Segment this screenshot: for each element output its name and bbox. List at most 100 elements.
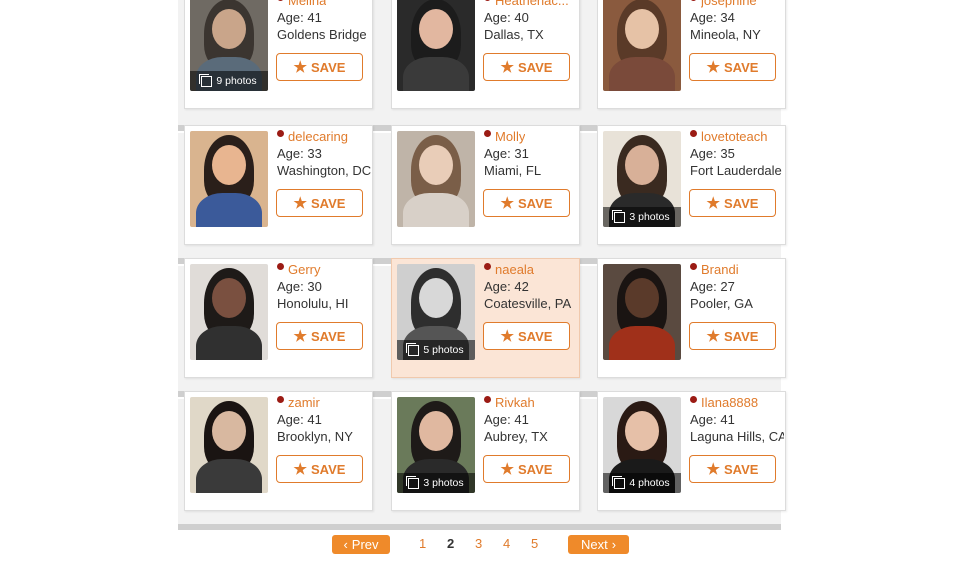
username-link[interactable]: zamir — [288, 395, 320, 410]
profile-photo[interactable]: 5 photos — [397, 264, 475, 360]
age-label: Age: 40 — [484, 10, 529, 25]
location-label: Mineola, NY — [690, 27, 761, 42]
save-button[interactable]: ★ SAVE — [483, 189, 570, 217]
profile-info: Melina Age: 41 Goldens Bridge — [277, 0, 371, 43]
photo-stack-icon — [199, 73, 213, 87]
profile-card[interactable]: 5 photos naeala Age: 42 Coatesville, PA ★ SAV… — [391, 258, 580, 378]
save-button[interactable]: ★ SAVE — [276, 455, 363, 483]
star-icon: ★ — [500, 460, 514, 478]
prev-page-button[interactable]: ‹ Prev — [332, 535, 390, 554]
username-line: josephine — [690, 0, 784, 9]
star-icon: ★ — [706, 194, 720, 212]
photo-stack-icon — [406, 475, 420, 489]
profile-info: Rivkah Age: 41 Aubrey, TX — [484, 394, 578, 445]
profile-photo[interactable] — [190, 264, 268, 360]
username-link[interactable]: lovetoteach — [701, 129, 768, 144]
age-label: Age: 33 — [277, 146, 322, 161]
username-link[interactable]: Ilana8888 — [701, 395, 758, 410]
page-link-3[interactable]: 3 — [475, 536, 482, 551]
save-label: SAVE — [724, 328, 759, 344]
photo-stack-icon — [612, 475, 626, 489]
age-label: Age: 41 — [277, 412, 322, 427]
star-icon: ★ — [293, 460, 307, 478]
profile-card[interactable]: zamir Age: 41 Brooklyn, NY ★ SAVE — [184, 391, 373, 511]
location-label: Dallas, TX — [484, 27, 544, 42]
save-button[interactable]: ★ SAVE — [483, 53, 570, 81]
profile-card[interactable]: Molly Age: 31 Miami, FL ★ SAVE — [391, 125, 580, 245]
username-link[interactable]: Gerry — [288, 262, 321, 277]
age-label: Age: 41 — [690, 412, 735, 427]
save-button[interactable]: ★ SAVE — [689, 189, 776, 217]
username-line: lovetoteach — [690, 128, 784, 145]
save-button[interactable]: ★ SAVE — [483, 455, 570, 483]
profile-card[interactable]: 4 photos Ilana8888 Age: 41 Laguna Hills, CA… — [597, 391, 786, 511]
profile-info: Brandi Age: 27 Pooler, GA — [690, 261, 784, 312]
online-dot-icon — [690, 130, 697, 137]
online-dot-icon — [690, 0, 697, 1]
profile-photo[interactable] — [603, 0, 681, 91]
page-link-4[interactable]: 4 — [503, 536, 510, 551]
star-icon: ★ — [706, 460, 720, 478]
profile-photo[interactable] — [190, 397, 268, 493]
save-label: SAVE — [311, 195, 346, 211]
username-link[interactable]: Melina — [288, 0, 326, 8]
location-label: Laguna Hills, CA — [690, 429, 784, 444]
online-dot-icon — [690, 396, 697, 403]
username-link[interactable]: delecaring — [288, 129, 348, 144]
profile-info: zamir Age: 41 Brooklyn, NY — [277, 394, 371, 445]
photo-count-label: 3 photos — [423, 477, 464, 489]
profile-card[interactable]: Gerry Age: 30 Honolulu, HI ★ SAVE — [184, 258, 373, 378]
profile-card[interactable]: 9 photos Melina Age: 41 Goldens Bridge ★ SAVE — [184, 0, 373, 109]
username-link[interactable]: Rivkah — [495, 395, 535, 410]
username-link[interactable]: josephine — [701, 0, 757, 8]
profile-photo[interactable]: 4 photos — [603, 397, 681, 493]
location-label: Goldens Bridge — [277, 27, 367, 42]
username-link[interactable]: naeala — [495, 262, 534, 277]
save-button[interactable]: ★ SAVE — [276, 189, 363, 217]
star-icon: ★ — [500, 58, 514, 76]
username-line: Ilana8888 — [690, 394, 784, 411]
online-dot-icon — [690, 263, 697, 270]
username-line: Molly — [484, 128, 578, 145]
save-button[interactable]: ★ SAVE — [689, 322, 776, 350]
save-label: SAVE — [724, 461, 759, 477]
profile-photo[interactable] — [397, 0, 475, 91]
online-dot-icon — [277, 263, 284, 270]
profile-photo[interactable]: 3 photos — [397, 397, 475, 493]
photo-count-badge: 9 photos — [190, 71, 268, 91]
profile-card[interactable]: 3 photos Rivkah Age: 41 Aubrey, TX ★ SAVE — [391, 391, 580, 511]
save-button[interactable]: ★ SAVE — [689, 455, 776, 483]
page-link-2-current[interactable]: 2 — [447, 536, 454, 551]
username-link[interactable]: Heatherlac... — [495, 0, 569, 8]
next-page-button[interactable]: Next › — [568, 535, 629, 554]
profile-photo[interactable] — [190, 131, 268, 227]
star-icon: ★ — [293, 327, 307, 345]
profile-photo[interactable] — [603, 264, 681, 360]
profile-info: delecaring Age: 33 Washington, DC — [277, 128, 371, 179]
save-button[interactable]: ★ SAVE — [276, 53, 363, 81]
save-button[interactable]: ★ SAVE — [689, 53, 776, 81]
username-link[interactable]: Molly — [495, 129, 525, 144]
profile-photo[interactable]: 3 photos — [603, 131, 681, 227]
profile-card[interactable]: Heatherlac... Age: 40 Dallas, TX ★ SAVE — [391, 0, 580, 109]
save-button[interactable]: ★ SAVE — [276, 322, 363, 350]
save-button[interactable]: ★ SAVE — [483, 322, 570, 350]
location-label: Miami, FL — [484, 163, 542, 178]
location-label: Honolulu, HI — [277, 296, 349, 311]
profile-card[interactable]: Brandi Age: 27 Pooler, GA ★ SAVE — [597, 258, 786, 378]
page-link-5[interactable]: 5 — [531, 536, 538, 551]
page-link-1[interactable]: 1 — [419, 536, 426, 551]
photo-count-badge: 5 photos — [397, 340, 475, 360]
profile-card[interactable]: delecaring Age: 33 Washington, DC ★ SAVE — [184, 125, 373, 245]
online-dot-icon — [484, 0, 491, 1]
next-label: Next — [580, 537, 608, 552]
profile-card[interactable]: 3 photos lovetoteach Age: 35 Fort Lauderdal… — [597, 125, 786, 245]
chevron-right-icon: › — [611, 537, 617, 552]
username-line: Rivkah — [484, 394, 578, 411]
username-link[interactable]: Brandi — [701, 262, 739, 277]
profile-card[interactable]: josephine Age: 34 Mineola, NY ★ SAVE — [597, 0, 786, 109]
profile-info: Heatherlac... Age: 40 Dallas, TX — [484, 0, 578, 43]
photo-count-label: 4 photos — [629, 477, 670, 489]
profile-photo[interactable] — [397, 131, 475, 227]
profile-photo[interactable]: 9 photos — [190, 0, 268, 91]
